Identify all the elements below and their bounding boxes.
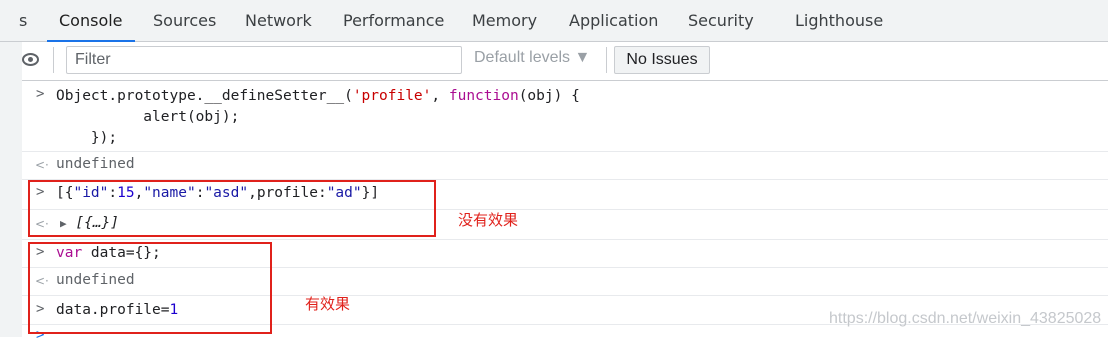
tab-memory[interactable]: Memory <box>472 0 537 41</box>
tab-console[interactable]: Console <box>47 0 134 42</box>
console-code: Object.prototype.__defineSetter__('profi… <box>56 88 580 146</box>
no-issues-button[interactable]: No Issues <box>614 46 710 74</box>
tab-security[interactable]: Security <box>688 0 754 41</box>
toolbar-divider <box>53 47 54 73</box>
eye-icon[interactable] <box>22 53 39 66</box>
tab-performance[interactable]: Performance <box>343 0 444 41</box>
devtools-tab-bar: s Console Sources Network Performance Me… <box>0 0 1108 42</box>
result-value: undefined <box>56 156 135 172</box>
console-input-row: > Object.prototype.__defineSetter__('pro… <box>22 81 1108 152</box>
console-result-row: <· undefined <box>22 152 1108 180</box>
prompt-chevron-icon: > <box>36 86 45 102</box>
tab-lighthouse[interactable]: Lighthouse <box>795 0 883 41</box>
annotation-box-has-effect <box>28 242 272 334</box>
tab-sources[interactable]: Sources <box>153 0 216 41</box>
annotation-has-effect: 有效果 <box>305 295 351 313</box>
annotation-no-effect: 没有效果 <box>458 211 519 229</box>
default-levels-dropdown[interactable]: Default levels ▼ <box>474 49 590 67</box>
filter-input[interactable] <box>66 46 462 74</box>
return-arrow-icon: <· <box>35 158 49 172</box>
tab-network[interactable]: Network <box>245 0 312 41</box>
left-gutter <box>0 42 22 337</box>
watermark: https://blog.csdn.net/weixin_43825028 <box>829 310 1102 327</box>
tab-application[interactable]: Application <box>569 0 658 41</box>
annotation-box-no-effect <box>28 180 436 237</box>
tab-fragment[interactable]: s <box>19 0 27 41</box>
toolbar-divider <box>606 47 607 73</box>
